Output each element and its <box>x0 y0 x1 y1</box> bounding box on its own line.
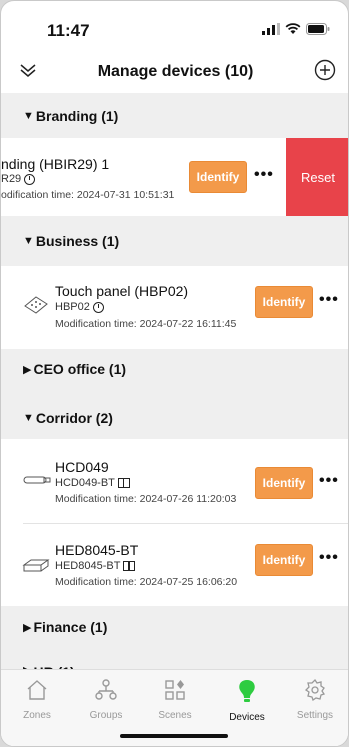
section-corridor[interactable]: ▼ Corridor (2) <box>1 397 348 439</box>
tab-label: Devices <box>229 712 265 723</box>
expanded-arrow-icon: ▼ <box>23 235 34 247</box>
section-label: Finance (1) <box>33 619 108 635</box>
more-options-icon[interactable]: ••• <box>319 472 339 490</box>
tab-devices[interactable]: Devices <box>217 678 277 723</box>
status-bar: 11:47 <box>1 1 348 49</box>
device-row-swiped[interactable]: nding (HBIR29) 1 R29 odification time: 2… <box>1 138 348 216</box>
section-label: Business (1) <box>35 233 120 249</box>
expanded-arrow-icon: ▼ <box>23 412 34 424</box>
tab-label: Scenes <box>158 710 192 721</box>
identify-button[interactable]: Identify <box>189 161 247 193</box>
clock-icon <box>24 173 36 185</box>
reset-button[interactable]: Reset <box>286 138 348 216</box>
device-model-text: HED8045-BT <box>55 560 121 572</box>
identify-button[interactable]: Identify <box>255 544 313 576</box>
device-model-text: R29 <box>1 173 22 185</box>
section-finance[interactable]: ▶ Finance (1) <box>1 606 348 648</box>
section-business[interactable]: ▼ Business (1) <box>1 216 348 266</box>
device-model-text: HBP02 <box>55 301 90 313</box>
tab-zones[interactable]: Zones <box>7 678 67 721</box>
wifi-icon <box>285 23 301 34</box>
bulb-icon <box>239 680 255 702</box>
section-ceo-office[interactable]: ▶ CEO office (1) <box>1 349 348 389</box>
home-icon <box>27 680 47 700</box>
collapsed-arrow-icon: ▶ <box>23 621 32 634</box>
tab-groups[interactable]: Groups <box>76 678 136 721</box>
device-modification-time: Modification time: 2024-07-26 11:20:03 <box>55 493 237 505</box>
device-model-text: HCD049-BT <box>55 477 115 489</box>
more-options-icon[interactable]: ••• <box>319 549 339 567</box>
device-name: HED8045-BT <box>55 542 139 558</box>
device-row[interactable]: HED8045-BT HED8045-BT Modification time:… <box>1 524 348 606</box>
tab-label: Zones <box>23 710 51 721</box>
nav-bar: Manage devices (10) <box>1 49 348 93</box>
groups-icon <box>95 679 117 700</box>
settings-icon <box>304 678 326 702</box>
device-name: nding (HBIR29) 1 <box>1 156 110 172</box>
section-label: CEO office (1) <box>33 361 127 377</box>
status-time: 11:47 <box>47 21 90 40</box>
device-name: Touch panel (HBP02) <box>55 283 189 299</box>
device-modification-time: odification time: 2024-07-31 10:51:31 <box>1 189 175 201</box>
device-model: R29 <box>1 173 36 185</box>
collapsed-arrow-icon: ▶ <box>23 363 32 376</box>
device-row[interactable]: HCD049 HCD049-BT Modification time: 2024… <box>1 439 348 523</box>
identify-button[interactable]: Identify <box>255 467 313 499</box>
device-model: HBP02 <box>55 301 104 313</box>
device-row[interactable]: Touch panel (HBP02) HBP02 Modification t… <box>1 266 348 349</box>
device-model: HED8045-BT <box>55 560 136 572</box>
add-device-icon[interactable] <box>314 59 336 81</box>
driver-device-icon <box>22 559 50 572</box>
more-options-icon[interactable]: ••• <box>254 166 274 184</box>
clock-icon <box>92 301 104 313</box>
ceiling-sensor-device-icon <box>23 476 51 484</box>
panel-icon <box>117 478 130 488</box>
device-modification-time: Modification time: 2024-07-22 16:11:45 <box>55 318 237 330</box>
section-branding[interactable]: ▼ Branding (1) <box>1 93 348 138</box>
tab-settings[interactable]: Settings <box>285 678 345 721</box>
section-gap <box>1 389 348 397</box>
status-icons <box>262 23 330 35</box>
tab-label: Settings <box>296 710 334 721</box>
expanded-arrow-icon: ▼ <box>23 109 34 122</box>
identify-button[interactable]: Identify <box>255 286 313 318</box>
battery-icon <box>306 23 330 35</box>
tab-label: Groups <box>89 710 123 721</box>
touch-panel-device-icon <box>24 296 48 314</box>
page-title: Manage devices (10) <box>97 63 254 80</box>
signal-icon <box>262 23 280 35</box>
section-gap <box>1 648 348 656</box>
phone-screen: 11:47 Manage devices (10) ▼ Branding (1)… <box>0 0 349 747</box>
section-label: Corridor (2) <box>35 410 113 426</box>
tab-scenes[interactable]: Scenes <box>145 678 205 721</box>
more-options-icon[interactable]: ••• <box>319 291 339 309</box>
panel-icon <box>123 561 136 571</box>
section-label: Branding (1) <box>35 107 119 124</box>
home-indicator[interactable] <box>120 734 228 738</box>
device-modification-time: Modification time: 2024-07-25 16:06:20 <box>55 576 238 588</box>
scenes-icon <box>165 680 185 700</box>
device-name: HCD049 <box>55 459 109 475</box>
device-model: HCD049-BT <box>55 477 130 489</box>
